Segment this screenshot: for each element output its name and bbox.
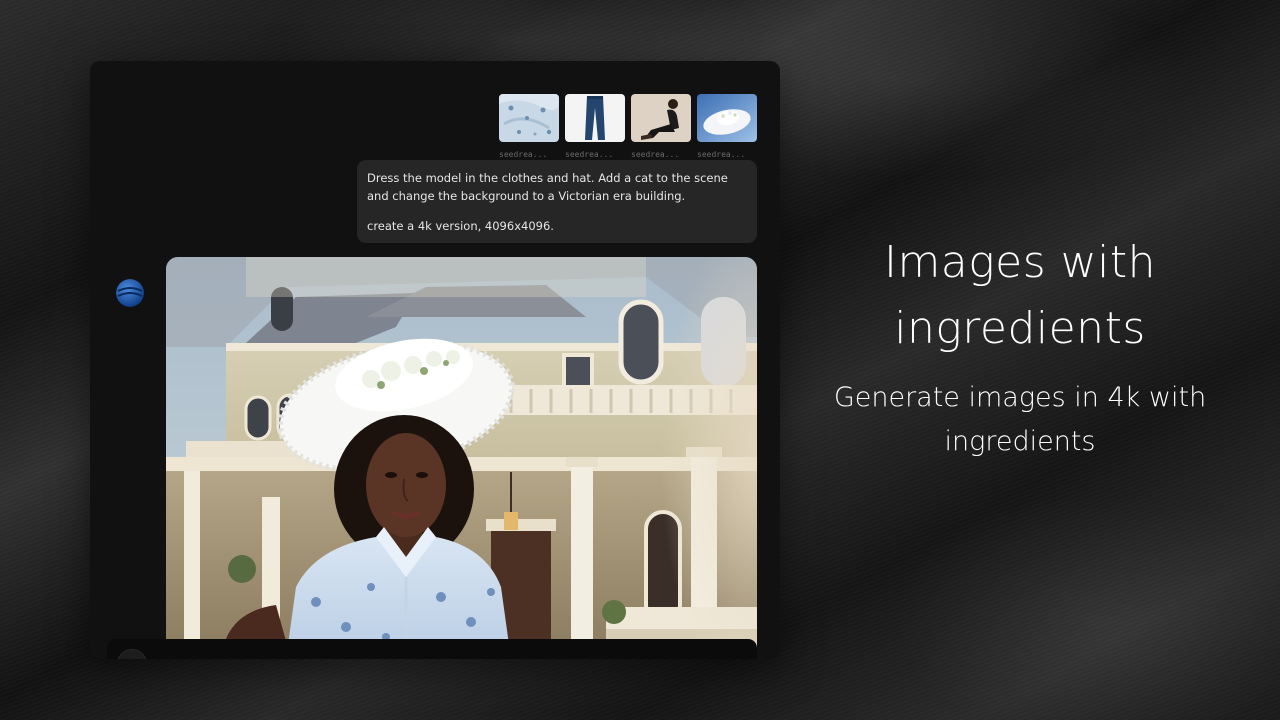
blue-trousers-thumbnail [565, 94, 625, 142]
blue-sphere-logo-icon [116, 279, 144, 307]
prompt-text-secondary: create a 4k version, 4096x4096. [367, 219, 554, 233]
attachment-thumbnail[interactable]: seedrea... [565, 94, 625, 159]
page-title: Images with ingredients [883, 237, 1157, 354]
model-photo-thumbnail [631, 94, 691, 142]
white-hat-thumbnail [697, 94, 757, 142]
floral-fabric-thumbnail [499, 94, 559, 142]
attach-button[interactable] [117, 649, 147, 659]
attachment-label: seedrea... [565, 150, 614, 159]
attachment-thumbnail[interactable]: seedrea... [499, 94, 559, 159]
attachment-row: seedrea... seedrea... seedrea... seedrea… [499, 94, 757, 159]
prompt-input-bar[interactable] [107, 639, 757, 659]
attachment-label: seedrea... [697, 150, 746, 159]
attachment-thumbnail[interactable]: seedrea... [697, 94, 757, 159]
prompt-text: Dress the model in the clothes and hat. … [367, 171, 728, 203]
generated-image-woman-victorian-house [166, 257, 757, 659]
chat-panel: seedrea... seedrea... seedrea... seedrea… [90, 61, 780, 659]
generated-image[interactable] [166, 257, 757, 659]
user-prompt-bubble: Dress the model in the clothes and hat. … [357, 160, 757, 243]
attachment-label: seedrea... [499, 150, 548, 159]
attachment-label: seedrea... [631, 150, 680, 159]
page-subtitle: Generate images in 4k with ingredients [833, 382, 1207, 457]
attachment-thumbnail[interactable]: seedrea... [631, 94, 691, 159]
